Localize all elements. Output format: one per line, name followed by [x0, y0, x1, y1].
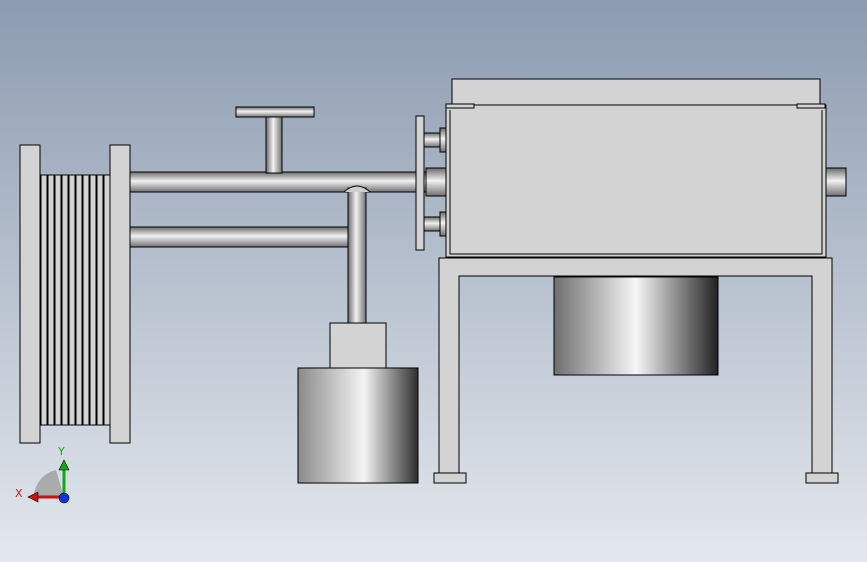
exchanger-plates	[40, 174, 111, 426]
lower-port	[423, 216, 441, 232]
lower-port-cap	[439, 211, 447, 237]
y-axis-label: Y	[57, 445, 65, 458]
upper-port-cap	[439, 127, 447, 153]
lower-pipe	[129, 226, 353, 248]
upper-pipe	[129, 171, 427, 193]
tank-lid-clip-right	[796, 103, 826, 109]
upper-port	[423, 132, 441, 148]
under-tank-motor	[553, 276, 719, 376]
tank-outlet-nozzle	[825, 167, 847, 197]
stand-foot-left	[433, 472, 467, 484]
stand-foot-right	[805, 472, 839, 484]
plate-heat-exchanger[interactable]	[19, 144, 131, 444]
valve-stem-pipe	[265, 116, 283, 174]
assembly-drawing: Y X	[0, 0, 867, 562]
x-axis-label: X	[15, 487, 23, 500]
pump-riser-pipe	[347, 187, 367, 325]
tank-inlet-nozzle	[425, 167, 447, 197]
tank-flange	[415, 115, 425, 251]
tank-assembly[interactable]	[445, 78, 847, 258]
tank-body	[445, 104, 827, 258]
valve-handwheel[interactable]	[235, 106, 315, 118]
z-axis-dot	[58, 492, 70, 504]
exchanger-end-plate-left	[19, 144, 41, 444]
exchanger-end-plate-right	[109, 144, 131, 444]
tank-lid-clip-left	[445, 103, 475, 109]
pump-motor	[297, 367, 419, 484]
pump-head	[329, 322, 387, 369]
tank-lid	[451, 78, 821, 106]
cad-viewport[interactable]: Y X	[0, 0, 867, 562]
